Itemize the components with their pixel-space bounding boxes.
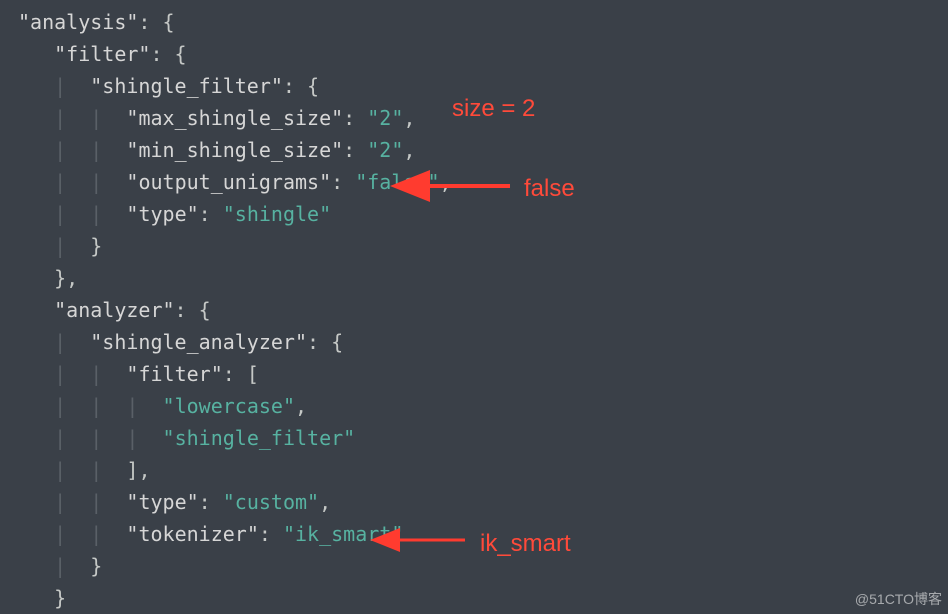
- annotation-size: size = 2: [452, 90, 535, 128]
- code-line: | | | "lowercase",: [18, 390, 948, 422]
- code-line: "filter": {: [18, 38, 948, 70]
- code-line: | | ],: [18, 454, 948, 486]
- code-line: | | "output_unigrams": "false",: [18, 166, 948, 198]
- code-line: | "shingle_analyzer": {: [18, 326, 948, 358]
- watermark: @51CTO博客: [855, 588, 942, 610]
- annotation-false: false: [524, 170, 575, 208]
- code-line: | | | "shingle_filter": [18, 422, 948, 454]
- code-line: }: [18, 582, 948, 614]
- code-line: | | "type": "custom",: [18, 486, 948, 518]
- code-line: },: [18, 262, 948, 294]
- annotation-ik-smart: ik_smart: [480, 525, 571, 563]
- code-line: | | "type": "shingle": [18, 198, 948, 230]
- code-line: | }: [18, 230, 948, 262]
- code-line: "analyzer": {: [18, 294, 948, 326]
- code-line: | | "filter": [: [18, 358, 948, 390]
- code-line: | | "min_shingle_size": "2",: [18, 134, 948, 166]
- code-line: "analysis": {: [18, 6, 948, 38]
